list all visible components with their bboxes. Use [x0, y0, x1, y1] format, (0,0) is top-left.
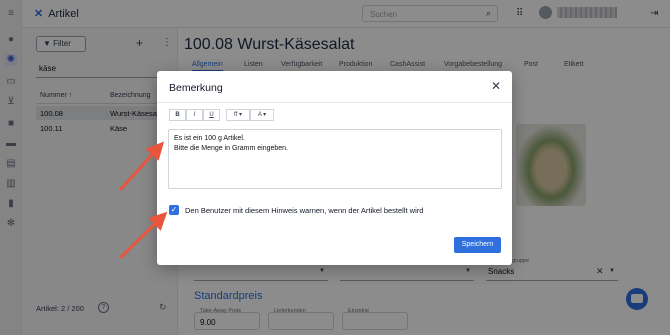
font-size-button[interactable]: ff ▾	[226, 109, 250, 121]
remark-editor[interactable]: Es ist ein 100 g Artikel. Bitte die Meng…	[168, 129, 502, 189]
warn-checkbox-label[interactable]: Den Benutzer mit diesem Hinweis warnen, …	[185, 206, 423, 215]
editor-line: Bitte die Menge in Gramm eingeben.	[174, 145, 289, 152]
text-color-button[interactable]: A ▾	[250, 109, 274, 121]
close-icon[interactable]: ✕	[491, 79, 501, 93]
bold-button[interactable]: B	[169, 109, 186, 121]
editor-toolbar: B I U ff ▾ A ▾	[169, 109, 274, 121]
dialog-title: Bemerkung	[169, 82, 223, 94]
italic-button[interactable]: I	[186, 109, 203, 121]
remark-dialog: Bemerkung ✕ B I U ff ▾ A ▾ Es ist ein 10…	[157, 71, 512, 265]
divider	[157, 102, 512, 103]
underline-button[interactable]: U	[203, 109, 220, 121]
save-button[interactable]: Speichern	[454, 237, 501, 253]
editor-line: Es ist ein 100 g Artikel.	[174, 135, 245, 142]
warn-checkbox[interactable]: ✓	[169, 205, 179, 215]
